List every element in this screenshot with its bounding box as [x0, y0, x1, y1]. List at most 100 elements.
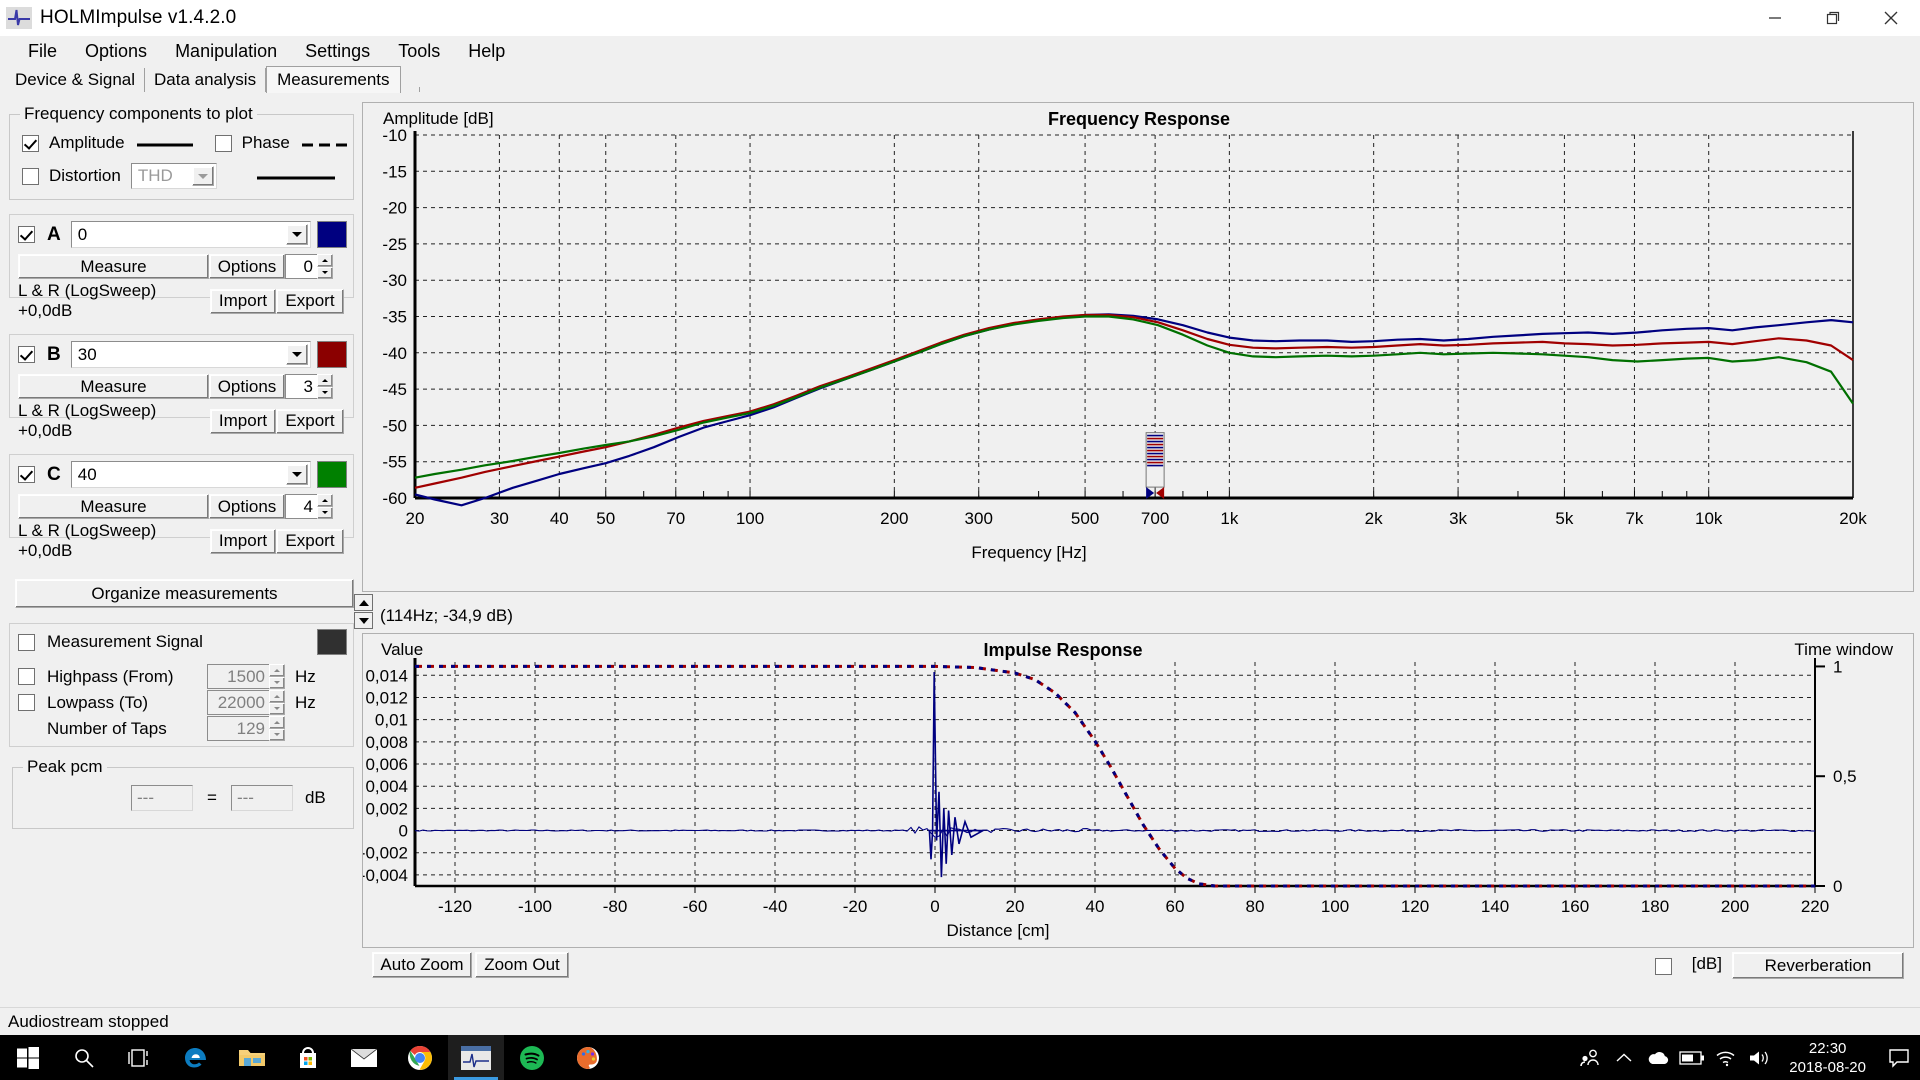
- file-explorer-icon[interactable]: [224, 1035, 280, 1080]
- spinner-down-icon[interactable]: [317, 386, 333, 399]
- microsoft-store-icon[interactable]: [280, 1035, 336, 1080]
- measurement-C-options-button[interactable]: Options: [209, 494, 285, 519]
- tab-data-analysis[interactable]: Data analysis: [145, 68, 267, 92]
- measurement-signal-checkbox[interactable]: [18, 633, 35, 651]
- highpass-checkbox[interactable]: [18, 668, 35, 685]
- reverberation-button[interactable]: Reverberation: [1732, 952, 1904, 979]
- action-center-icon[interactable]: [1878, 1035, 1920, 1080]
- measurement-B-color-swatch[interactable]: [316, 341, 347, 368]
- measurement-B-measure-button[interactable]: Measure: [18, 374, 209, 399]
- spinner-down-icon[interactable]: [317, 266, 333, 279]
- paint-3d-icon[interactable]: [560, 1035, 616, 1080]
- frequency-response-chart: Frequency Response Amplitude [dB] Freque…: [362, 102, 1914, 592]
- search-icon[interactable]: [56, 1035, 112, 1080]
- measurement-C-export-button[interactable]: Export: [276, 528, 344, 554]
- svg-text:20k: 20k: [1839, 509, 1867, 528]
- lowpass-checkbox[interactable]: [18, 694, 35, 711]
- measurement-B-options-button[interactable]: Options: [209, 374, 285, 399]
- menu-tools[interactable]: Tools: [384, 38, 454, 65]
- battery-icon[interactable]: [1675, 1035, 1709, 1080]
- spinner-up-icon[interactable]: [317, 254, 333, 267]
- scroll-down-button[interactable]: [354, 612, 373, 629]
- measurement-C-id: C: [47, 463, 61, 485]
- measurement-C-measure-button[interactable]: Measure: [18, 494, 209, 519]
- measurement-C-checkbox[interactable]: [18, 466, 35, 483]
- chevron-down-icon[interactable]: [285, 224, 308, 245]
- spinner-up-icon[interactable]: [269, 664, 285, 677]
- lowpass-value-spinner[interactable]: 22000: [207, 690, 285, 715]
- svg-text:0,014: 0,014: [365, 666, 408, 685]
- left-control-panel: Frequency components to plot Amplitude P…: [6, 102, 358, 982]
- measurement-B-checkbox[interactable]: [18, 346, 35, 363]
- menu-settings[interactable]: Settings: [291, 38, 384, 65]
- distortion-checkbox[interactable]: [22, 167, 39, 185]
- spinner-down-icon[interactable]: [317, 506, 333, 519]
- minimize-icon[interactable]: [1746, 0, 1804, 36]
- measurement-A-measure-button[interactable]: Measure: [18, 254, 209, 279]
- taps-value-spinner[interactable]: 129: [207, 716, 285, 741]
- spinner-down-icon[interactable]: [269, 702, 285, 715]
- menu-file[interactable]: File: [14, 38, 71, 65]
- organize-measurements-button[interactable]: Organize measurements: [15, 579, 354, 608]
- highpass-value-spinner[interactable]: 1500: [207, 664, 285, 689]
- measurement-A-checkbox[interactable]: [18, 226, 35, 243]
- auto-zoom-button[interactable]: Auto Zoom: [372, 952, 472, 978]
- volume-icon[interactable]: [1743, 1035, 1777, 1080]
- measurement-A-import-button[interactable]: Import: [210, 288, 276, 314]
- spinner-up-icon[interactable]: [317, 374, 333, 387]
- measurement-C-name-select[interactable]: 40: [70, 461, 311, 488]
- measurement-A-name-select[interactable]: 0: [70, 221, 311, 248]
- amplitude-checkbox[interactable]: [22, 134, 39, 152]
- zoom-out-button[interactable]: Zoom Out: [475, 952, 569, 978]
- spinner-up-icon[interactable]: [269, 716, 285, 729]
- scroll-up-button[interactable]: [354, 594, 373, 611]
- impulse-response-plot[interactable]: 0,014 0,012 0,01 0,008 0,006 0,004 0,002 0 -0,00…: [363, 634, 1915, 949]
- menu-help[interactable]: Help: [454, 38, 519, 65]
- task-view-icon[interactable]: [112, 1035, 168, 1080]
- spinner-down-icon[interactable]: [269, 676, 285, 689]
- phase-checkbox[interactable]: [214, 134, 232, 152]
- measurement-B-name-select[interactable]: 30: [70, 341, 311, 368]
- measurement-A-export-button[interactable]: Export: [276, 288, 344, 314]
- taskbar-clock[interactable]: 22:30 2018-08-20: [1777, 1039, 1878, 1077]
- holmimpulse-icon[interactable]: [448, 1035, 504, 1080]
- close-icon[interactable]: [1862, 0, 1920, 36]
- chevron-down-icon[interactable]: [285, 344, 308, 365]
- impulse-response-chart: Impulse Response Value Time window Dista…: [362, 633, 1914, 948]
- tab-device-signal[interactable]: Device & Signal: [6, 68, 146, 92]
- measurement-B-export-button[interactable]: Export: [276, 408, 344, 434]
- restore-icon[interactable]: [1804, 0, 1862, 36]
- measurement-A-index-spinner[interactable]: 0: [285, 254, 333, 279]
- chrome-icon[interactable]: [392, 1035, 448, 1080]
- spotify-icon[interactable]: [504, 1035, 560, 1080]
- onedrive-icon[interactable]: [1641, 1035, 1675, 1080]
- measurement-C-color-swatch[interactable]: [316, 461, 347, 488]
- measurement-C-import-button[interactable]: Import: [210, 528, 276, 554]
- phase-label: Phase: [241, 133, 290, 152]
- frequency-response-plot[interactable]: -10 -15 -20 -25 -30 -35 -40 -45 -50 -55 -6020 30 40 5…: [363, 103, 1915, 593]
- tab-measurements[interactable]: Measurements: [266, 66, 401, 93]
- measurement-A-color-swatch[interactable]: [316, 221, 347, 248]
- svg-text:200: 200: [880, 509, 908, 528]
- edge-icon[interactable]: [168, 1035, 224, 1080]
- spinner-down-icon[interactable]: [269, 728, 285, 741]
- db-checkbox[interactable]: [1655, 956, 1672, 976]
- menu-options[interactable]: Options: [71, 38, 161, 65]
- spinner-up-icon[interactable]: [317, 494, 333, 507]
- mail-icon[interactable]: [336, 1035, 392, 1080]
- chevron-down-icon[interactable]: [191, 166, 214, 186]
- measurement-B-index-spinner[interactable]: 3: [285, 374, 333, 399]
- people-icon[interactable]: [1573, 1035, 1607, 1080]
- measurement-C-index-spinner[interactable]: 4: [285, 494, 333, 519]
- start-icon[interactable]: [0, 1035, 56, 1080]
- svg-text:-100: -100: [518, 897, 552, 916]
- show-hidden-icons-icon[interactable]: [1607, 1035, 1641, 1080]
- spinner-up-icon[interactable]: [269, 690, 285, 703]
- wifi-icon[interactable]: [1709, 1035, 1743, 1080]
- distortion-type-select[interactable]: THD: [130, 163, 217, 189]
- measurement-signal-color-swatch[interactable]: [317, 629, 347, 655]
- chevron-down-icon[interactable]: [285, 464, 308, 485]
- menu-manipulation[interactable]: Manipulation: [161, 38, 291, 65]
- measurement-B-import-button[interactable]: Import: [210, 408, 276, 434]
- measurement-A-options-button[interactable]: Options: [209, 254, 285, 279]
